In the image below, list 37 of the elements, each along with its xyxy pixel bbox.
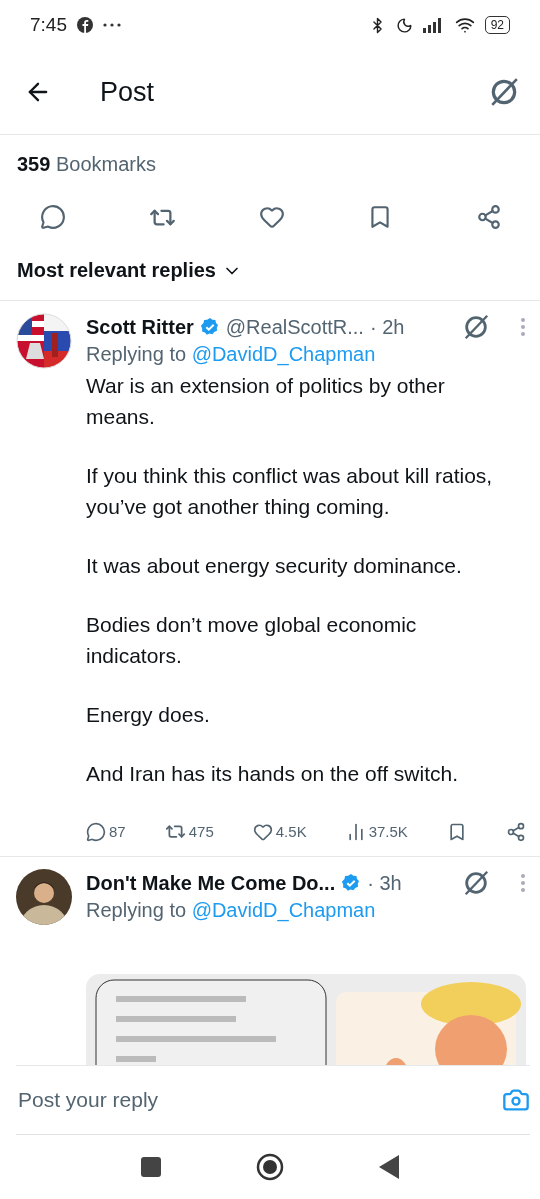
reply-text: It was about energy security dominance. [86, 553, 463, 579]
reply-text: If you think this conflict was about kill ratios, you’ve got another thing coming. [86, 463, 494, 520]
share-icon[interactable] [476, 204, 502, 231]
reply-icon[interactable] [40, 204, 66, 231]
like-count-button[interactable]: 4.5K [252, 821, 307, 842]
moon-icon [395, 16, 413, 34]
page-title: Post [100, 76, 156, 108]
like-icon[interactable] [258, 204, 285, 231]
back-nav-button[interactable] [379, 1155, 399, 1179]
reply-field[interactable]: Post your reply [16, 1087, 502, 1113]
home-button[interactable] [256, 1153, 284, 1181]
replying-to: Replying to @DavidD_Chapman [86, 899, 377, 922]
post-time: · 2h [369, 315, 405, 339]
heart-icon [252, 821, 273, 842]
reply-text: And Iran has its hands on the off switch. [86, 761, 459, 787]
sort-dropdown[interactable]: Most relevant replies [0, 241, 259, 300]
recents-button[interactable] [141, 1157, 161, 1177]
facebook-icon [77, 17, 93, 33]
reply-icon [86, 821, 106, 842]
author-name[interactable]: Scott Ritter [86, 315, 194, 339]
wifi-icon [454, 15, 475, 35]
reply-text: Bodies don’t move global economic indicators. [86, 612, 418, 669]
reply-text: War is an extension of politics by other means. [86, 373, 446, 430]
battery-indicator: 92 [484, 16, 510, 34]
author-name[interactable]: Don't Make Me Come Do... [86, 871, 336, 895]
reply-count-button[interactable]: 87 [86, 821, 126, 842]
post-time: · 3h [367, 871, 402, 895]
replying-to: Replying to @DavidD_Chapman [86, 343, 377, 366]
share-icon[interactable] [505, 821, 526, 842]
views-count-button[interactable]: 37.5K [345, 821, 408, 842]
reply-text: Energy does. [86, 702, 211, 728]
author-handle: @RealScottR... [225, 315, 364, 339]
clock: 7:45 [30, 14, 67, 36]
repost-count-button[interactable]: 475 [164, 821, 214, 842]
bookmarks-count: 359 Bookmarks [16, 152, 157, 177]
more-notifications-icon [103, 23, 121, 27]
avatar[interactable] [16, 869, 72, 925]
